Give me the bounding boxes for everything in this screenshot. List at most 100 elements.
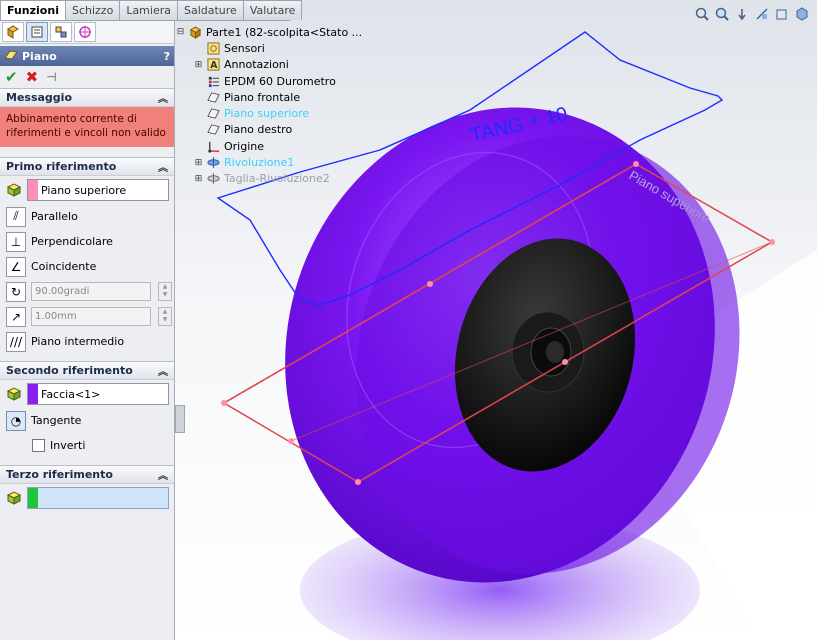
perpendicular-icon[interactable]: ⊥: [6, 231, 26, 252]
collapse-chevron-icon[interactable]: ︽: [158, 159, 168, 174]
annotation-icon: A: [207, 58, 220, 71]
plane-icon: [207, 91, 220, 104]
property-manager-title: Piano: [22, 49, 57, 63]
expand-toggle-icon[interactable]: ⊟: [176, 27, 185, 37]
plane-icon: [207, 107, 220, 120]
midplane-option[interactable]: /// Piano intermedio: [0, 329, 174, 354]
collapse-chevron-icon[interactable]: ︽: [158, 363, 168, 378]
view-orientation-icon[interactable]: [774, 6, 789, 21]
property-manager-actions: ✔ ✖ ⊣: [0, 66, 174, 88]
tree-item[interactable]: ⊟ Parte1 (82-scolpita<Stato ...: [176, 24, 362, 40]
revolve-icon: [207, 156, 220, 169]
panel-splitter-handle[interactable]: [175, 405, 185, 433]
tree-item[interactable]: ⊞ Taglia-Rivoluzione2: [176, 171, 362, 187]
dimxpert-icon[interactable]: [74, 22, 96, 42]
expand-toggle-icon[interactable]: ⊞: [194, 158, 203, 168]
tree-item[interactable]: Origine: [176, 138, 362, 154]
parallel-label: Parallelo: [31, 210, 78, 223]
tree-item[interactable]: EPDM 60 Durometro: [176, 73, 362, 89]
tangent-icon[interactable]: ◔: [6, 410, 26, 431]
svg-text:A: A: [210, 60, 218, 71]
tree-item-label: Rivoluzione1: [224, 156, 295, 170]
tab-lamiera[interactable]: Lamiera: [119, 0, 178, 20]
tree-item[interactable]: Piano destro: [176, 122, 362, 138]
message-section-title: Messaggio: [6, 91, 72, 104]
part-icon: [189, 26, 202, 39]
distance-spinner[interactable]: ▲ ▼: [158, 307, 172, 326]
coincident-option[interactable]: ∠ Coincidente: [0, 254, 174, 279]
zoom-area-icon[interactable]: [714, 6, 729, 21]
second-reference-title: Secondo riferimento: [6, 364, 133, 377]
midplane-icon[interactable]: ///: [6, 331, 26, 352]
zoom-fit-icon[interactable]: [694, 6, 709, 21]
third-reference-selection-row: [0, 484, 174, 512]
third-reference-header[interactable]: Terzo riferimento ︽: [0, 465, 174, 484]
tree-item[interactable]: Piano frontale: [176, 89, 362, 105]
message-section-header[interactable]: Messaggio ︽: [0, 88, 174, 107]
coincident-icon[interactable]: ∠: [6, 256, 26, 277]
angle-input[interactable]: 90.00gradi: [31, 282, 151, 301]
display-style-icon[interactable]: [794, 6, 809, 21]
selection-cube-icon: [6, 183, 22, 197]
configuration-manager-icon[interactable]: [50, 22, 72, 42]
perpendicular-label: Perpendicolare: [31, 235, 113, 248]
selection-cube-icon: [6, 387, 22, 401]
error-message: Abbinamento corrente di riferimenti e vi…: [0, 107, 174, 147]
angle-spinner[interactable]: ▲ ▼: [158, 282, 172, 301]
first-reference-value: Piano superiore: [41, 183, 127, 197]
tab-valutare[interactable]: Valutare: [242, 0, 303, 20]
expand-toggle-icon[interactable]: ⊞: [194, 174, 203, 184]
second-reference-value: Faccia<1>: [41, 387, 101, 401]
second-reference-selection-row: Faccia<1>: [0, 380, 174, 408]
tree-item-label: Origine: [224, 139, 265, 153]
invert-row: Inverti: [0, 433, 174, 458]
first-reference-field[interactable]: Piano superiore: [27, 179, 169, 201]
property-manager-title-bar: Piano ?: [0, 46, 174, 66]
collapse-chevron-icon[interactable]: ︽: [158, 90, 168, 105]
pushpin-icon[interactable]: ⊣: [46, 70, 56, 84]
tree-item-label: Piano superiore: [224, 107, 310, 121]
invert-checkbox[interactable]: [32, 439, 45, 452]
section-view-icon[interactable]: [754, 6, 769, 21]
feature-tree: ⊟ Parte1 (82-scolpita<Stato ... Sensori ⊞ A A…: [176, 24, 362, 187]
ok-check-icon[interactable]: ✔: [5, 68, 18, 86]
cancel-x-icon[interactable]: ✖: [26, 68, 39, 86]
view-toolbar: [694, 6, 809, 21]
second-reference-field[interactable]: Faccia<1>: [27, 383, 169, 405]
tab-funzioni[interactable]: Funzioni: [0, 0, 66, 20]
tree-item-label: EPDM 60 Durometro: [224, 74, 336, 88]
angle-icon[interactable]: ↻: [6, 281, 26, 302]
property-manager-icon[interactable]: [26, 22, 48, 42]
tangent-label: Tangente: [31, 414, 82, 427]
parallel-icon[interactable]: ⫽: [6, 206, 26, 227]
second-reference-header[interactable]: Secondo riferimento ︽: [0, 361, 174, 380]
tab-schizzo[interactable]: Schizzo: [64, 0, 121, 20]
tangent-option[interactable]: ◔ Tangente: [0, 408, 174, 433]
coincident-label: Coincidente: [31, 260, 97, 273]
second-reference-swatch: [28, 384, 38, 404]
tab-saldature[interactable]: Saldature: [176, 0, 244, 20]
tree-item[interactable]: Sensori: [176, 40, 362, 56]
tree-item-label: Annotazioni: [224, 58, 289, 72]
distance-input[interactable]: 1.00mm: [31, 307, 151, 326]
help-button[interactable]: ?: [164, 50, 170, 63]
collapse-chevron-icon[interactable]: ︽: [158, 467, 168, 482]
third-reference-field[interactable]: [27, 487, 169, 509]
command-manager-tabs: Funzioni Schizzo Lamiera Saldature Valut…: [0, 0, 303, 21]
parallel-option[interactable]: ⫽ Parallelo: [0, 204, 174, 229]
previous-view-icon[interactable]: [734, 6, 749, 21]
perpendicular-option[interactable]: ⊥ Perpendicolare: [0, 229, 174, 254]
third-reference-title: Terzo riferimento: [6, 468, 113, 481]
expand-toggle-icon[interactable]: ⊞: [194, 60, 203, 70]
tree-item[interactable]: ⊞ Rivoluzione1: [176, 154, 362, 170]
first-reference-header[interactable]: Primo riferimento ︽: [0, 157, 174, 176]
tree-item[interactable]: Piano superiore: [176, 105, 362, 121]
manager-tabs: [0, 21, 174, 44]
plane-feature-icon: [4, 49, 18, 64]
tree-item[interactable]: ⊞ A Annotazioni: [176, 57, 362, 73]
tree-item-label: Sensori: [224, 41, 265, 55]
material-icon: [207, 75, 220, 88]
distance-icon[interactable]: ↗: [6, 306, 26, 327]
tree-item-label: Piano frontale: [224, 90, 301, 104]
feature-manager-icon[interactable]: [2, 22, 24, 42]
